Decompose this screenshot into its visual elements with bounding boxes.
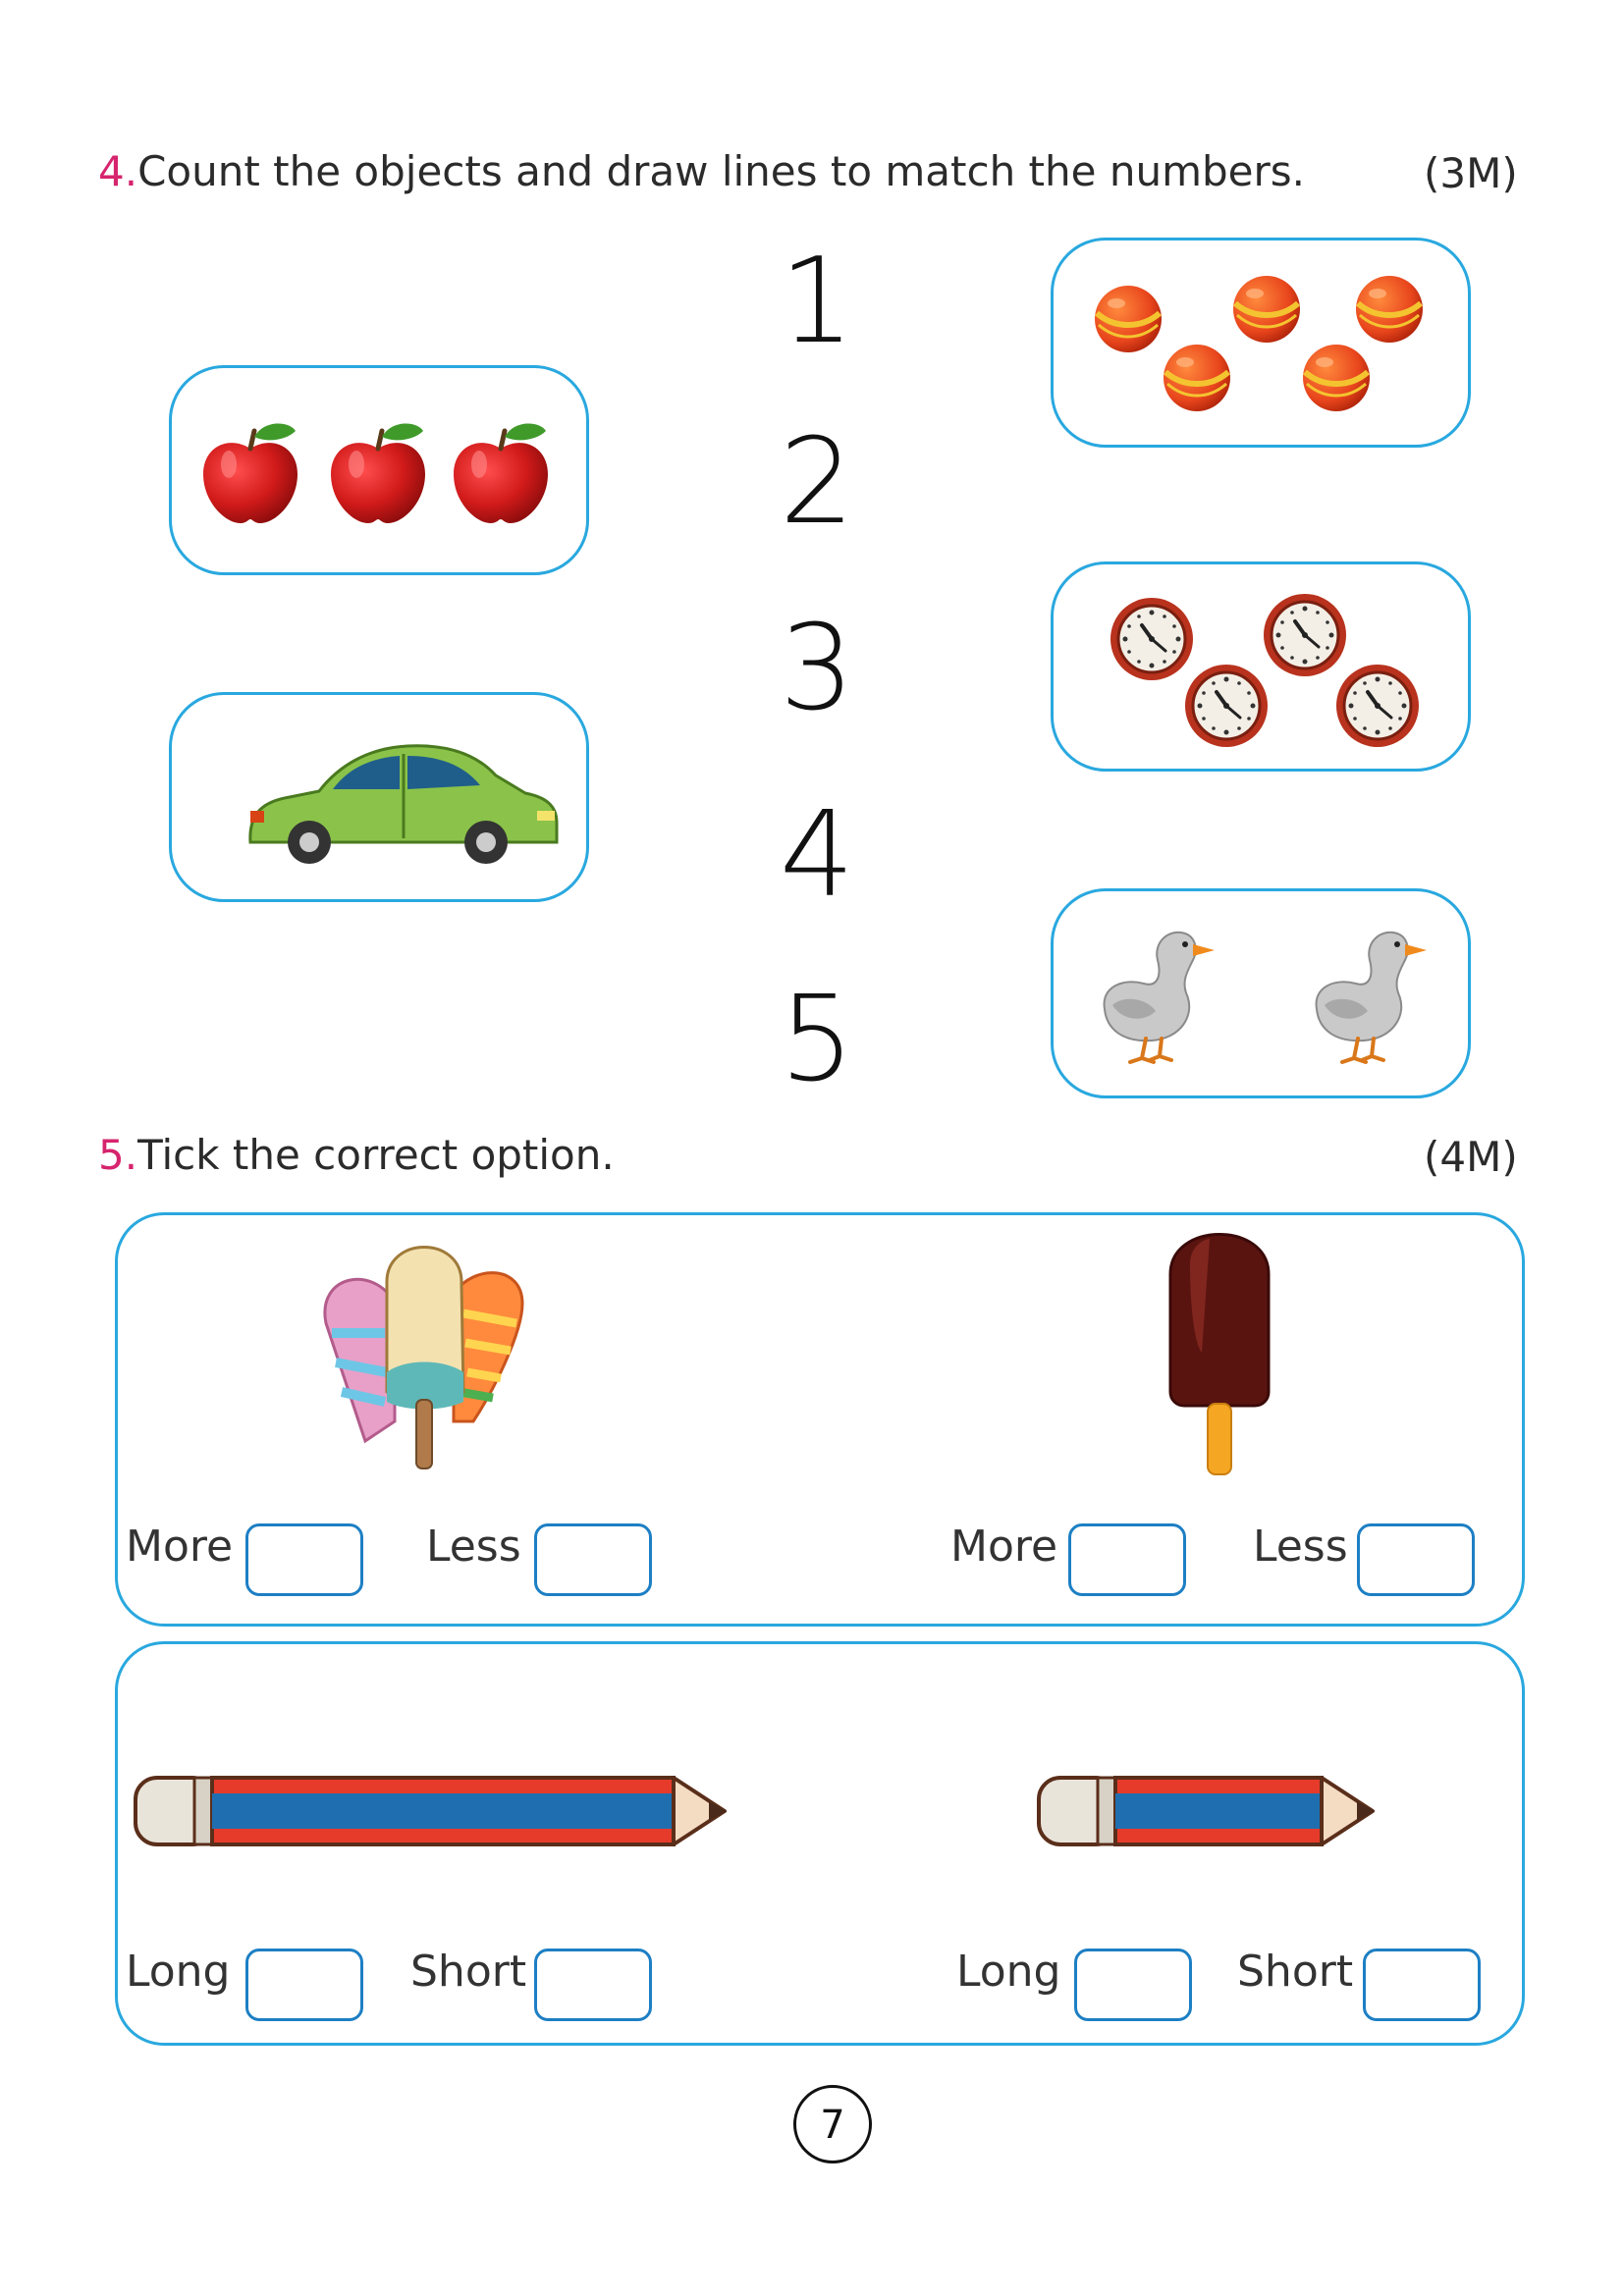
more-tick-box[interactable] bbox=[245, 1523, 363, 1596]
three-icecreams-icon bbox=[323, 1246, 524, 1469]
clock-icon bbox=[1262, 592, 1348, 678]
apples-illustration bbox=[172, 368, 592, 578]
short-tick-box[interactable] bbox=[1363, 1949, 1481, 2021]
clocks-illustration bbox=[1109, 592, 1421, 749]
ball-icon bbox=[1356, 276, 1423, 343]
question-4-number: 4. bbox=[98, 147, 138, 195]
ball-icon bbox=[1303, 345, 1370, 411]
duck-icon bbox=[1102, 930, 1217, 1064]
ball-icon bbox=[1095, 286, 1162, 352]
icecream-compare-panel: More Less More Less bbox=[115, 1212, 1525, 1627]
more-label: More bbox=[950, 1522, 1058, 1572]
number-4[interactable]: 4 bbox=[758, 797, 876, 915]
long-label: Long bbox=[956, 1947, 1061, 1997]
long-label: Long bbox=[126, 1947, 231, 1997]
apples-box[interactable] bbox=[169, 365, 589, 575]
question-4-marks: (3M) bbox=[1424, 149, 1518, 197]
car-icon bbox=[248, 744, 559, 864]
long-tick-box[interactable] bbox=[245, 1949, 363, 2021]
pencil-compare-panel: Long Short Long Short bbox=[115, 1641, 1525, 2046]
number-5[interactable]: 5 bbox=[758, 982, 876, 1099]
clock-icon bbox=[1109, 596, 1195, 682]
number-2[interactable]: 2 bbox=[758, 424, 876, 542]
ball-icon bbox=[1233, 276, 1300, 343]
apple-icon bbox=[203, 423, 298, 523]
apple-icon bbox=[454, 423, 548, 523]
question-4-title: 4.Count the objects and draw lines to ma… bbox=[98, 147, 1305, 195]
short-label: Short bbox=[410, 1947, 527, 1997]
question-5-marks: (4M) bbox=[1424, 1133, 1518, 1181]
balls-illustration bbox=[1054, 240, 1474, 451]
question-5-text: Tick the correct option. bbox=[137, 1131, 615, 1179]
one-icecream-icon bbox=[1168, 1233, 1271, 1475]
short-label: Short bbox=[1237, 1947, 1354, 1997]
car-box[interactable] bbox=[169, 692, 589, 902]
page-number: 7 bbox=[793, 2085, 872, 2163]
more-label: More bbox=[126, 1522, 234, 1572]
question-5-title: 5.Tick the correct option. bbox=[98, 1131, 615, 1179]
ducks-box[interactable] bbox=[1051, 888, 1471, 1098]
number-1[interactable]: 1 bbox=[758, 243, 876, 361]
short-pencil-icon bbox=[1037, 1776, 1375, 1846]
less-label: Less bbox=[426, 1522, 521, 1572]
long-tick-box[interactable] bbox=[1074, 1949, 1192, 2021]
less-tick-box[interactable] bbox=[1357, 1523, 1475, 1596]
question-4-text: Count the objects and draw lines to matc… bbox=[137, 147, 1305, 195]
duck-icon bbox=[1314, 930, 1429, 1064]
number-3[interactable]: 3 bbox=[758, 611, 876, 728]
ducks-illustration bbox=[1102, 930, 1429, 1064]
ball-icon bbox=[1164, 345, 1230, 411]
less-tick-box[interactable] bbox=[534, 1523, 652, 1596]
clocks-box[interactable] bbox=[1051, 561, 1471, 772]
long-pencil-icon bbox=[134, 1776, 729, 1846]
apple-icon bbox=[331, 423, 425, 523]
question-5-number: 5. bbox=[98, 1131, 138, 1179]
less-label: Less bbox=[1253, 1522, 1348, 1572]
clock-icon bbox=[1183, 663, 1270, 749]
balls-box[interactable] bbox=[1051, 238, 1471, 448]
clock-icon bbox=[1334, 663, 1421, 749]
more-tick-box[interactable] bbox=[1068, 1523, 1186, 1596]
short-tick-box[interactable] bbox=[534, 1949, 652, 2021]
